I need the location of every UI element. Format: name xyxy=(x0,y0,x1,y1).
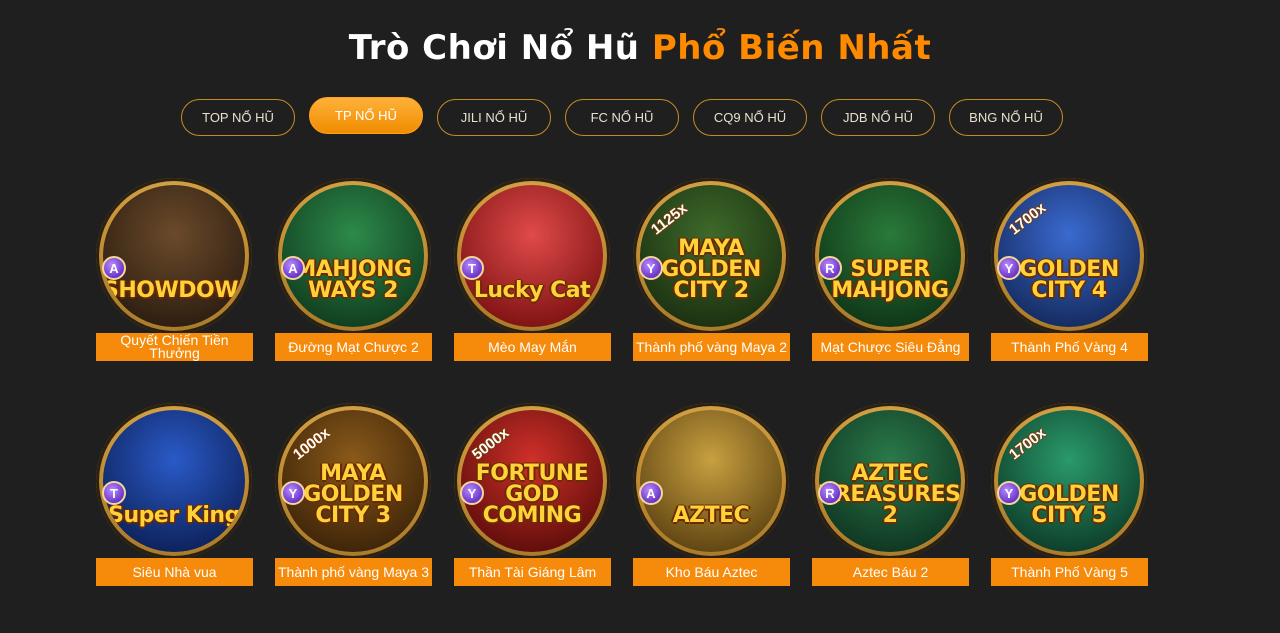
provider-badge: A xyxy=(102,256,126,280)
game-name-label[interactable]: Thành phố vàng Maya 3 xyxy=(275,558,432,586)
game-name-label[interactable]: Siêu Nhà vua xyxy=(96,558,253,586)
game-card[interactable]: SUPER MAHJONG R Mạt Chược Siêu Đẳng xyxy=(812,178,970,368)
provider-badge: Y xyxy=(281,481,305,505)
provider-badge: Y xyxy=(460,481,484,505)
provider-badge: Y xyxy=(639,256,663,280)
game-thumbnail[interactable]: 1700x GOLDEN CITY 5Y xyxy=(991,403,1147,559)
game-card[interactable]: 1700x GOLDEN CITY 5 Y Thành Phố Vàng 5 xyxy=(991,403,1149,593)
game-card[interactable]: SHOWDOWN A Quyết Chiến Tiền Thưởng xyxy=(96,178,254,368)
game-artwork: SUPER MAHJONG xyxy=(819,185,961,327)
tab-jili[interactable]: JILI NỔ HŨ xyxy=(437,99,551,136)
game-artwork: SHOWDOWN xyxy=(103,185,245,327)
tab-jdb[interactable]: JDB NỔ HŨ xyxy=(821,99,935,136)
game-thumbnail[interactable]: 1000x MAYA GOLDEN CITY 3Y xyxy=(275,403,431,559)
game-artwork: AZTEC TREASURES 2 xyxy=(819,410,961,552)
page-title: Trò Chơi Nổ Hũ Phổ Biến Nhất xyxy=(0,28,1280,68)
game-artwork: Lucky Cat xyxy=(461,185,603,327)
game-artwork: 1000x MAYA GOLDEN CITY 3 xyxy=(282,410,424,552)
provider-badge: A xyxy=(639,481,663,505)
game-thumbnail[interactable]: AZTEC TREASURES 2R xyxy=(812,403,968,559)
game-name: Kho Báu Aztec xyxy=(665,563,758,580)
game-card[interactable]: Super King T Siêu Nhà vua xyxy=(96,403,254,593)
game-artwork: 1125x MAYA GOLDEN CITY 2 xyxy=(640,185,782,327)
game-name: Mèo May Mắn xyxy=(488,338,577,355)
game-name: Thành phố vàng Maya 3 xyxy=(278,563,429,580)
game-name: Siêu Nhà vua xyxy=(132,563,217,580)
multiplier-text: 1700x xyxy=(1006,199,1050,239)
game-name-label[interactable]: Thành phố vàng Maya 2 xyxy=(633,333,790,361)
game-name-label[interactable]: Đường Mạt Chược 2 xyxy=(275,333,432,361)
game-card[interactable]: AZTEC A Kho Báu Aztec xyxy=(633,403,791,593)
game-name: Thành Phố Vàng 5 xyxy=(1011,563,1128,580)
game-thumbnail[interactable]: AZTEC A xyxy=(633,403,789,559)
provider-badge: R xyxy=(818,481,842,505)
title-highlight: Phổ Biến Nhất xyxy=(651,28,932,68)
game-thumbnail[interactable]: Super King T xyxy=(96,403,252,559)
title-main: Trò Chơi Nổ Hũ xyxy=(348,28,640,68)
tab-bng[interactable]: BNG NỔ HŨ xyxy=(949,99,1063,136)
game-card[interactable]: 1125x MAYA GOLDEN CITY 2 Y Thành phố vàng M… xyxy=(633,178,791,368)
multiplier-text: 1700x xyxy=(1006,424,1050,464)
game-artwork: 1700x GOLDEN CITY 5 xyxy=(998,410,1140,552)
game-name: Đường Mạt Chược 2 xyxy=(288,338,419,355)
game-logo-text: Super King xyxy=(108,503,240,528)
game-card[interactable]: MAHJONG WAYS 2 A Đường Mạt Chược 2 xyxy=(275,178,433,368)
game-artwork: Super King xyxy=(103,410,245,552)
game-name-label[interactable]: Mạt Chược Siêu Đẳng xyxy=(812,333,969,361)
game-logo-text: Lucky Cat xyxy=(473,278,591,303)
game-thumbnail[interactable]: 5000x FORTUNE GOD COMING Y xyxy=(454,403,610,559)
game-name-label[interactable]: Quyết Chiến Tiền Thưởng xyxy=(96,333,253,361)
tab-top[interactable]: TOP NỔ HŨ xyxy=(181,99,295,136)
provider-tabs: TOP NỔ HŨ TP NỔ HŨ JILI NỔ HŨ FC NỔ HŨ C… xyxy=(0,97,1280,141)
game-artwork: 1700x GOLDEN CITY 4 xyxy=(998,185,1140,327)
game-name-label[interactable]: Kho Báu Aztec xyxy=(633,558,790,586)
provider-badge: T xyxy=(460,256,484,280)
game-artwork: MAHJONG WAYS 2 xyxy=(282,185,424,327)
game-card[interactable]: 5000x FORTUNE GOD COMING Y Thần Tài Giáng L… xyxy=(454,403,612,593)
game-name: Thành phố vàng Maya 2 xyxy=(636,338,787,355)
game-card[interactable]: 1000x MAYA GOLDEN CITY 3 Y Thành phố vàng M… xyxy=(275,403,433,593)
game-name-label[interactable]: Thành Phố Vàng 5 xyxy=(991,558,1148,586)
game-thumbnail[interactable]: Lucky Cat T xyxy=(454,178,610,334)
provider-badge: Y xyxy=(997,256,1021,280)
game-name: Quyết Chiến Tiền Thưởng xyxy=(120,333,229,361)
game-thumbnail[interactable]: SHOWDOWN A xyxy=(96,178,252,334)
game-thumbnail[interactable]: MAHJONG WAYS 2A xyxy=(275,178,431,334)
multiplier-text: 1125x xyxy=(648,199,691,239)
game-thumbnail[interactable]: 1125x MAYA GOLDEN CITY 2Y xyxy=(633,178,789,334)
tab-cq9[interactable]: CQ9 NỔ HŨ xyxy=(693,99,807,136)
game-thumbnail[interactable]: 1700x GOLDEN CITY 4Y xyxy=(991,178,1147,334)
tab-tp[interactable]: TP NỔ HŨ xyxy=(309,97,423,134)
provider-badge: R xyxy=(818,256,842,280)
game-name: Thành Phố Vàng 4 xyxy=(1011,338,1128,355)
multiplier-text: 1000x xyxy=(290,424,334,464)
game-artwork: 5000x FORTUNE GOD COMING xyxy=(461,410,603,552)
provider-badge: Y xyxy=(997,481,1021,505)
game-logo-text: SHOWDOWN xyxy=(103,278,245,303)
game-logo-text: AZTEC xyxy=(672,503,750,528)
game-name-label[interactable]: Thần Tài Giáng Lâm xyxy=(454,558,611,586)
game-name-label[interactable]: Mèo May Mắn xyxy=(454,333,611,361)
game-name-label[interactable]: Thành Phố Vàng 4 xyxy=(991,333,1148,361)
game-name: Mạt Chược Siêu Đẳng xyxy=(820,338,961,355)
game-name: Thần Tài Giáng Lâm xyxy=(468,563,597,580)
multiplier-text: 5000x xyxy=(469,424,513,464)
provider-badge: T xyxy=(102,481,126,505)
game-card[interactable]: Lucky Cat T Mèo May Mắn xyxy=(454,178,612,368)
game-thumbnail[interactable]: SUPER MAHJONG R xyxy=(812,178,968,334)
game-name-label[interactable]: Aztec Báu 2 xyxy=(812,558,969,586)
provider-badge: A xyxy=(281,256,305,280)
game-card[interactable]: AZTEC TREASURES 2 R Aztec Báu 2 xyxy=(812,403,970,593)
game-artwork: AZTEC xyxy=(640,410,782,552)
tab-fc[interactable]: FC NỔ HŨ xyxy=(565,99,679,136)
game-card[interactable]: 1700x GOLDEN CITY 4 Y Thành Phố Vàng 4 xyxy=(991,178,1149,368)
game-name: Aztec Báu 2 xyxy=(852,563,929,580)
